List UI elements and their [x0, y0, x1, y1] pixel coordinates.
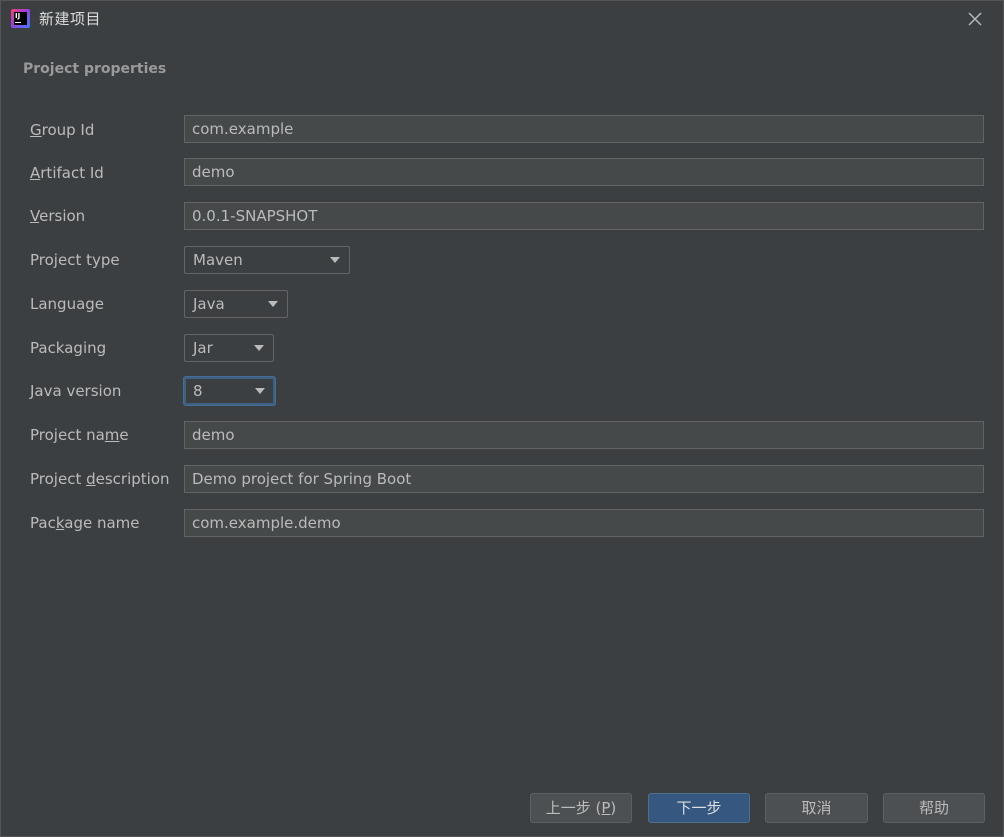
project-type-label: Project type — [30, 251, 120, 269]
window-title: 新建项目 — [39, 10, 102, 28]
project-description-input[interactable]: Demo project for Spring Boot — [184, 465, 984, 493]
packaging-label: Packaging — [30, 339, 107, 357]
artifact-id-input[interactable]: demo — [184, 158, 984, 186]
group-id-label: Group Id — [30, 120, 94, 140]
close-icon — [968, 12, 982, 26]
packaging-value: Jar — [193, 339, 213, 357]
package-name-input[interactable]: com.example.demo — [184, 509, 984, 537]
project-description-label: Project description — [30, 469, 170, 489]
package-name-label-rest: age name — [64, 514, 140, 532]
java-version-label: Java version — [30, 382, 122, 400]
intellij-idea-icon: IJ — [11, 9, 30, 28]
package-name-mnemonic: k — [55, 514, 65, 532]
project-name-input[interactable]: demo — [184, 421, 984, 449]
help-button[interactable]: 帮助 — [883, 793, 985, 823]
project-description-label-rest: escription — [95, 470, 170, 488]
package-name-label: Package name — [30, 513, 140, 533]
language-select[interactable]: Java — [184, 290, 288, 318]
new-project-dialog: IJ 新建项目 Project properties Group Id com.… — [0, 0, 1004, 837]
next-button[interactable]: 下一步 — [648, 793, 750, 823]
close-button[interactable] — [963, 7, 987, 31]
version-label: Version — [30, 206, 85, 226]
chevron-down-icon — [255, 388, 265, 394]
packaging-select[interactable]: Jar — [184, 334, 274, 362]
previous-button-pre: 上一步 ( — [545, 799, 602, 817]
group-id-label-text: roup Id — [41, 121, 95, 139]
chevron-down-icon — [268, 301, 278, 307]
group-id-input[interactable]: com.example — [184, 115, 984, 143]
previous-button-post: ) — [610, 799, 617, 817]
package-name-label-pre: Pac — [30, 514, 56, 532]
project-name-label-rest: e — [119, 426, 129, 444]
version-mnemonic: V — [30, 207, 40, 225]
artifact-id-label: Artifact Id — [30, 163, 104, 183]
chevron-down-icon — [330, 257, 340, 263]
language-value: Java — [193, 295, 225, 313]
project-name-label-pre: Project na — [30, 426, 105, 444]
group-id-mnemonic: G — [30, 121, 42, 139]
version-label-text: ersion — [39, 207, 86, 225]
chevron-down-icon — [254, 345, 264, 351]
java-version-select[interactable]: 8 — [184, 377, 275, 405]
cancel-button[interactable]: 取消 — [765, 793, 868, 823]
previous-button[interactable]: 上一步 (P) — [530, 793, 632, 823]
java-version-value: 8 — [193, 382, 203, 400]
section-title: Project properties — [23, 61, 167, 77]
project-description-mnemonic: d — [86, 470, 96, 488]
project-type-select[interactable]: Maven — [184, 246, 350, 274]
project-description-label-pre: Project — [30, 470, 87, 488]
artifact-id-mnemonic: A — [30, 164, 41, 182]
title-bar[interactable]: IJ 新建项目 — [1, 1, 1003, 37]
artifact-id-label-text: rtifact Id — [40, 164, 104, 182]
project-name-label: Project name — [30, 425, 129, 445]
project-name-mnemonic: m — [104, 426, 120, 444]
project-type-value: Maven — [193, 251, 243, 269]
language-label: Language — [30, 295, 105, 313]
version-input[interactable]: 0.0.1-SNAPSHOT — [184, 202, 984, 230]
